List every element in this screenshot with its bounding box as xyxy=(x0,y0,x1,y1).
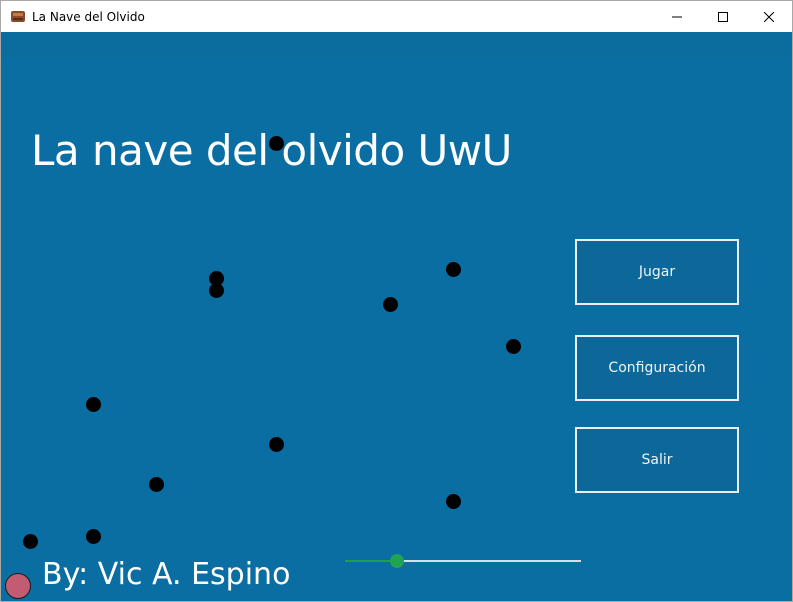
obstacle-dot xyxy=(269,437,284,452)
obstacle-dot xyxy=(446,262,461,277)
obstacle-dot xyxy=(209,283,224,298)
obstacle-dot xyxy=(269,136,284,151)
maximize-icon xyxy=(718,11,728,22)
settings-button[interactable]: Configuración xyxy=(575,335,739,401)
obstacle-dot xyxy=(86,529,101,544)
slider-thumb[interactable] xyxy=(390,554,404,568)
close-icon xyxy=(764,11,774,22)
obstacle-dot xyxy=(86,397,101,412)
close-button[interactable] xyxy=(746,1,792,32)
author-credit: By: Vic A. Espino xyxy=(42,557,291,592)
exit-button[interactable]: Salir xyxy=(575,427,739,493)
title-bar[interactable]: La Nave del Olvido xyxy=(1,1,792,32)
obstacle-dot xyxy=(383,297,398,312)
window-title: La Nave del Olvido xyxy=(32,10,145,24)
game-window: La Nave del Olvido La nave del olvido Uw… xyxy=(0,0,793,602)
obstacle-dot xyxy=(446,494,461,509)
header-strip xyxy=(1,32,792,58)
ship-icon xyxy=(11,11,25,22)
maximize-button[interactable] xyxy=(700,1,746,32)
slider-track-empty xyxy=(397,560,581,562)
minimize-icon xyxy=(672,16,682,17)
game-title: La nave del olvido UwU xyxy=(31,126,512,175)
obstacle-dot xyxy=(149,477,164,492)
volume-slider[interactable] xyxy=(345,551,581,571)
play-button[interactable]: Jugar xyxy=(575,239,739,305)
obstacle-dot xyxy=(506,339,521,354)
player-ship xyxy=(5,573,31,599)
minimize-button[interactable] xyxy=(654,1,700,32)
obstacle-dot xyxy=(23,534,38,549)
